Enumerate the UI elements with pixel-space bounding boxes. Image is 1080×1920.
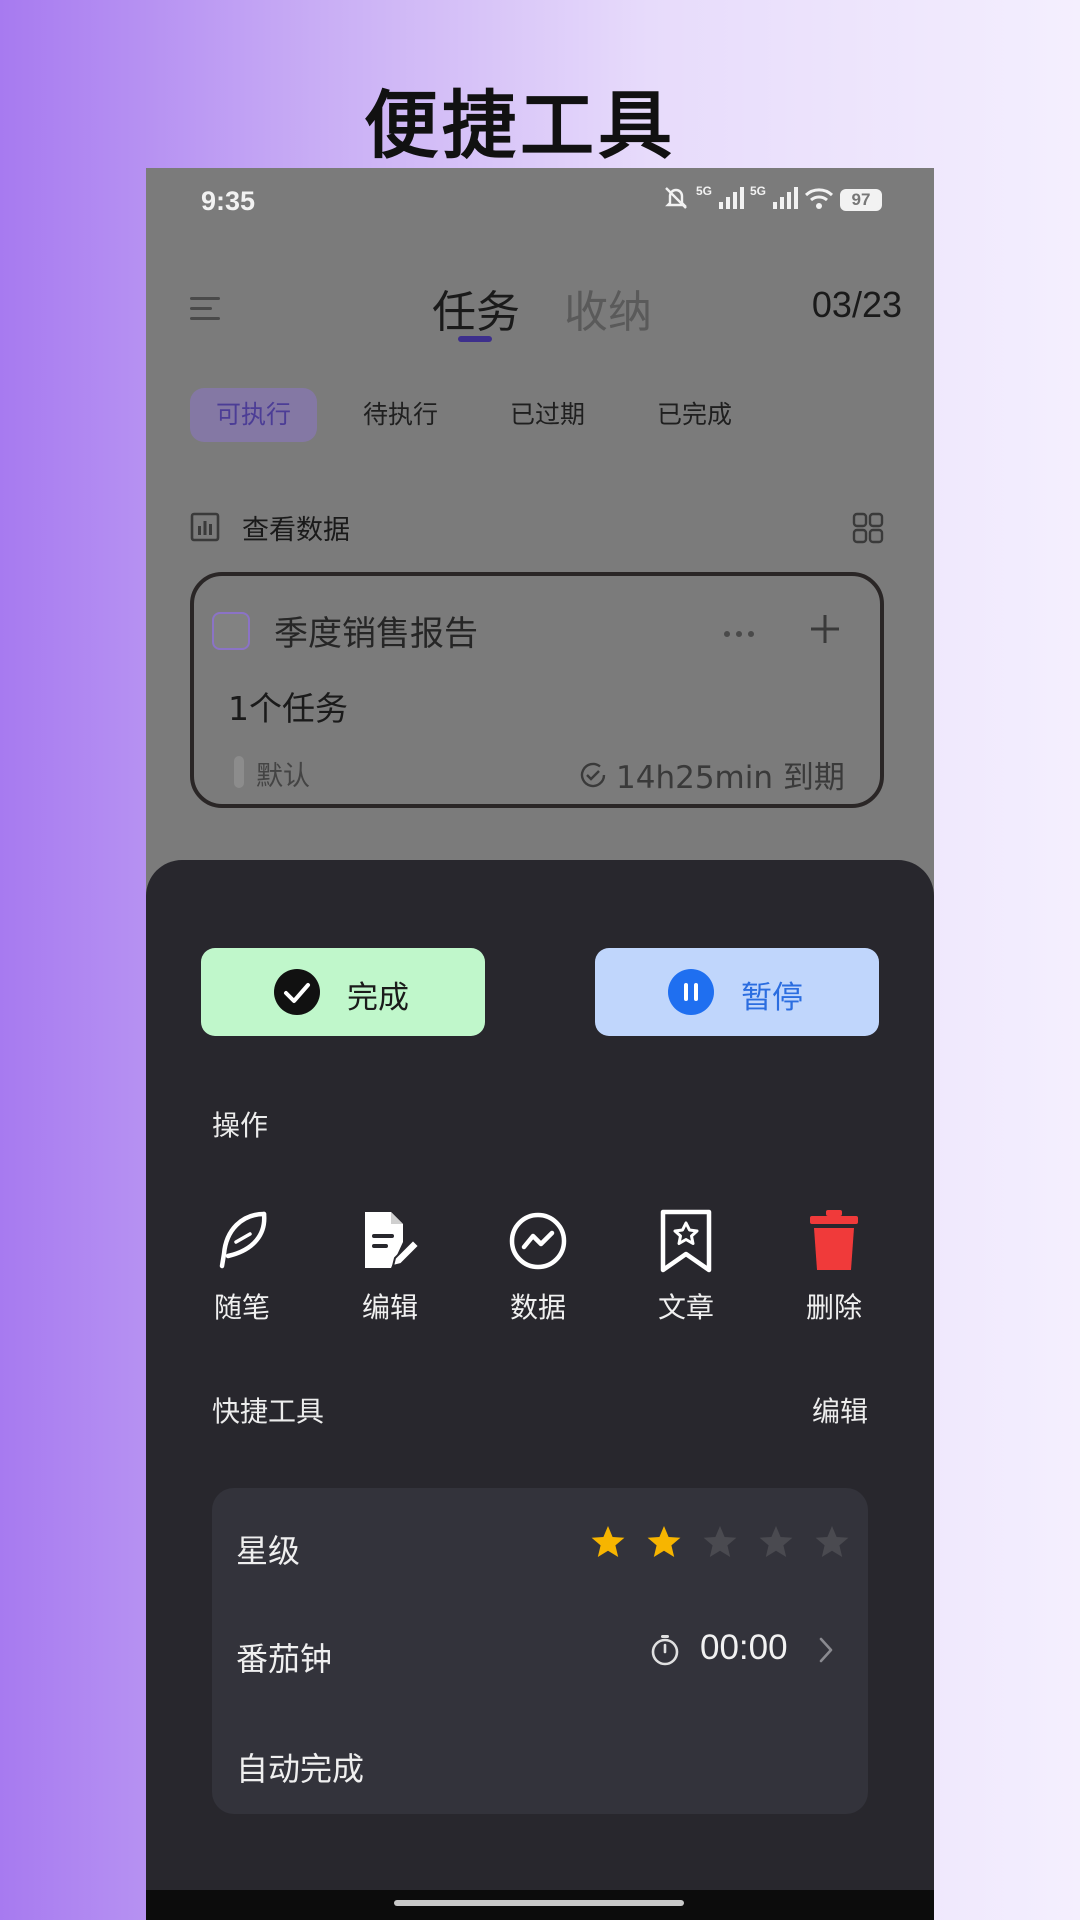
op-delete[interactable]: 删除 <box>784 1208 884 1326</box>
bar-chart-icon[interactable] <box>190 512 220 546</box>
operations-title: 操作 <box>212 1109 269 1142</box>
trash-icon <box>784 1208 884 1274</box>
quick-tools-edit-button[interactable]: 编辑 <box>812 1390 868 1430</box>
view-data-link[interactable]: 查看数据 <box>242 508 350 547</box>
grid-view-icon[interactable] <box>852 512 884 548</box>
star-rating[interactable] <box>590 1524 850 1560</box>
check-circle-icon <box>273 968 321 1020</box>
chart-icon <box>488 1208 588 1274</box>
pomodoro-label: 番茄钟 <box>236 1640 333 1678</box>
filter-completed[interactable]: 已完成 <box>631 388 758 442</box>
stopwatch-icon <box>650 1634 680 1670</box>
op-notes[interactable]: 随笔 <box>192 1208 292 1326</box>
home-indicator[interactable] <box>394 1900 684 1906</box>
page-title: 便捷工具 <box>364 83 676 169</box>
star-icon[interactable] <box>814 1524 850 1560</box>
menu-icon[interactable] <box>190 296 222 326</box>
navigation-bar <box>146 1890 934 1920</box>
status-time: 9:35 <box>201 186 256 216</box>
auto-complete-label[interactable]: 自动完成 <box>236 1744 364 1790</box>
complete-button-label: 完成 <box>347 980 409 1016</box>
tag-color-bar <box>234 756 244 788</box>
wifi-icon <box>804 186 834 214</box>
due-check-icon <box>578 760 608 794</box>
op-data[interactable]: 数据 <box>488 1208 588 1326</box>
op-article[interactable]: 文章 <box>636 1208 736 1326</box>
pause-button[interactable]: 暂停 <box>595 948 879 1036</box>
filter-pending[interactable]: 待执行 <box>337 388 464 442</box>
op-label: 编辑 <box>361 1291 418 1324</box>
filter-row: 可执行 待执行 已过期 已完成 <box>190 388 758 442</box>
network-type-1: 5G <box>695 184 712 198</box>
pomodoro-time[interactable]: 00:00 <box>700 1628 788 1668</box>
phone-screen: 9:35 5G 5G 97 任务 收纳 03/23 可执行 待执行 已过期 已完… <box>146 168 934 1920</box>
task-title: 季度销售报告 <box>274 614 478 654</box>
op-label: 随笔 <box>213 1291 270 1324</box>
due-time: 14h25min 到期 <box>616 760 845 796</box>
filter-executable[interactable]: 可执行 <box>190 388 318 442</box>
task-card[interactable]: 季度销售报告 1个任务 默认 14h25min 到期 <box>190 572 884 808</box>
rating-label: 星级 <box>236 1532 301 1570</box>
bookmark-icon <box>636 1208 736 1274</box>
pause-circle-icon <box>667 968 715 1020</box>
quick-tools-panel: 星级 番茄钟 00:00 自动完成 <box>212 1488 868 1814</box>
date-label[interactable]: 03/23 <box>812 284 902 326</box>
quick-tools-title: 快捷工具 <box>212 1395 325 1428</box>
star-icon[interactable] <box>646 1524 682 1560</box>
mute-icon <box>662 184 690 216</box>
filter-expired[interactable]: 已过期 <box>484 388 611 442</box>
tab-storage[interactable]: 收纳 <box>564 276 652 340</box>
quill-icon <box>192 1208 292 1274</box>
star-icon[interactable] <box>702 1524 738 1560</box>
status-bar: 9:35 5G 5G 97 <box>146 168 934 234</box>
pause-button-label: 暂停 <box>741 980 803 1016</box>
signal-icon <box>772 186 798 214</box>
status-icons: 5G 5G 97 <box>662 184 882 216</box>
chevron-right-icon[interactable] <box>818 1636 834 1668</box>
op-label: 删除 <box>805 1291 862 1324</box>
task-count: 1个任务 <box>228 689 348 728</box>
edit-document-icon <box>340 1208 440 1274</box>
battery-icon: 97 <box>840 189 882 211</box>
tab-tasks[interactable]: 任务 <box>432 276 520 340</box>
complete-button[interactable]: 完成 <box>201 948 485 1036</box>
op-label: 数据 <box>509 1291 566 1324</box>
signal-icon <box>718 186 744 214</box>
more-icon[interactable] <box>722 624 756 643</box>
op-label: 文章 <box>657 1291 714 1324</box>
op-edit[interactable]: 编辑 <box>340 1208 440 1326</box>
star-icon[interactable] <box>758 1524 794 1560</box>
action-sheet: 完成 暂停 操作 随笔 编辑 数据 文章 删除 快捷工具 编辑 星级 番茄钟 0… <box>146 860 934 1920</box>
network-type-2: 5G <box>749 184 766 198</box>
tag-label: 默认 <box>256 761 310 792</box>
star-icon[interactable] <box>590 1524 626 1560</box>
tab-indicator <box>458 336 492 342</box>
task-checkbox[interactable] <box>212 612 250 650</box>
plus-icon[interactable] <box>808 612 842 650</box>
